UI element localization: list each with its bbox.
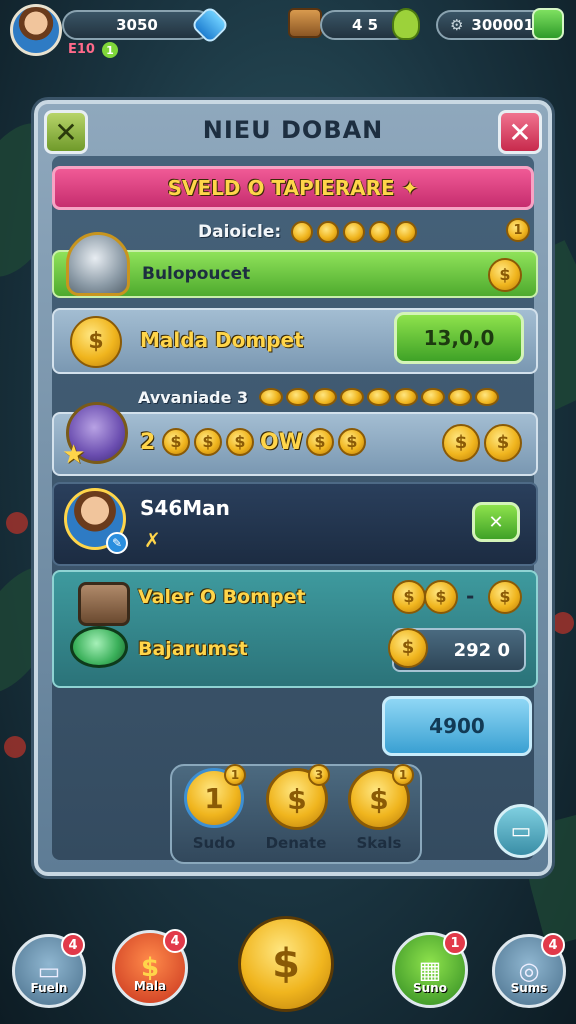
chest-icon: [78, 582, 130, 626]
bundle-label: Bulopoucet: [142, 264, 251, 284]
daily-badge: 1: [506, 218, 530, 242]
coin-icon: [367, 388, 392, 406]
advance-row: Avvaniade 3: [138, 384, 500, 410]
helmet-icon: [66, 232, 130, 296]
advance-label: Avvaniade 3: [138, 387, 249, 407]
coin-icon: [475, 388, 500, 406]
coin-icon: [259, 388, 284, 406]
player-action-button[interactable]: ✕: [472, 502, 520, 542]
wrench-icon: ⚙: [449, 16, 464, 34]
grid-icon: ▦: [418, 956, 442, 984]
top-bar: 3050 E10 1 4 5 ⚙ 300001: [0, 0, 576, 70]
coin-icon: [395, 221, 418, 243]
coin-icon: $: [162, 428, 190, 456]
nav-mala-button[interactable]: $ Mala 4: [112, 929, 188, 1006]
nav-mala-label: Mala: [133, 979, 167, 993]
coin-icon: [317, 221, 340, 243]
coin-icon: [394, 388, 419, 406]
reward-denate-badge: 3: [308, 764, 330, 786]
level-badge: 1: [102, 42, 118, 58]
wallet-dash: -: [466, 584, 475, 608]
advance-count: 2: [140, 430, 156, 455]
offer-banner-text: SVELD O TAPIERARE ✦: [167, 176, 419, 200]
coin-icon: $: [424, 580, 458, 614]
panel-title: NIEU DOBAN: [202, 116, 384, 144]
offer-banner[interactable]: SVELD O TAPIERARE ✦: [52, 166, 534, 210]
coin-icon: $: [488, 258, 522, 292]
wallet-price-button[interactable]: 13,0,0: [394, 312, 524, 364]
coin-icon: $: [488, 580, 522, 614]
coin-balance: 3050: [62, 10, 212, 40]
coin-dollar-icon: $: [272, 941, 300, 987]
purchase-label: Bajarumst: [138, 638, 248, 660]
coin-icon: $: [388, 628, 428, 668]
nav-suno-badge: 1: [443, 931, 467, 955]
daily-row: Daioicle:: [198, 218, 418, 246]
reward-skals-badge: 1: [392, 764, 414, 786]
chest-icon[interactable]: [288, 8, 322, 38]
jade-icon: [70, 626, 128, 668]
coin-icon: [286, 388, 311, 406]
coin-icon: $: [392, 580, 426, 614]
coin-icon: [340, 388, 365, 406]
nav-fueln-badge: 4: [61, 933, 85, 957]
wallet-label: Malda Dompet: [140, 328, 304, 352]
reward-denate-label: Denate: [265, 834, 327, 852]
player-avatar[interactable]: [10, 4, 62, 56]
background-berry: [552, 612, 574, 634]
eraser-button[interactable]: ▭: [494, 804, 548, 858]
background-berry: [4, 736, 26, 758]
reward-sudo-label: Sudo: [192, 834, 236, 852]
coin-icon: $: [70, 316, 122, 368]
edit-icon[interactable]: ✎: [106, 532, 128, 554]
nav-sums-badge: 4: [541, 933, 565, 957]
nav-sums-label: Sums: [510, 981, 548, 995]
daily-label: Daioicle:: [198, 222, 282, 242]
coin-icon: $: [484, 424, 522, 462]
coin-icon: [448, 388, 473, 406]
coin-icon: [313, 388, 338, 406]
alien-icon[interactable]: [392, 8, 420, 40]
star-icon: ★: [62, 440, 86, 470]
nav-suno-button[interactable]: ▦ Suno 1: [392, 931, 468, 1008]
add-gems-button[interactable]: [532, 8, 564, 40]
coin-icon: $: [306, 428, 334, 456]
coin-icon: $: [194, 428, 222, 456]
nav-sums-button[interactable]: ◎ Sums 4: [492, 933, 566, 1008]
coin-icon: [369, 221, 392, 243]
nav-fueln-label: Fueln: [30, 981, 68, 995]
reward-sudo-badge: 1: [224, 764, 246, 786]
coin-icon: [291, 221, 314, 243]
nav-fueln-button[interactable]: ▭ Fueln 4: [12, 933, 86, 1008]
reward-skals-label: Skals: [356, 834, 402, 852]
total-button[interactable]: 4900: [382, 696, 532, 756]
store-panel: NIEU DOBAN ✕ ✕ SVELD O TAPIERARE ✦ Daioi…: [34, 100, 552, 876]
coin-icon: $: [338, 428, 366, 456]
player-sub: ✗: [144, 528, 161, 552]
coin-icon: $: [442, 424, 480, 462]
advance-text: OW: [260, 430, 303, 455]
player-name: S46Man: [140, 496, 230, 520]
back-button[interactable]: ✕: [44, 110, 88, 154]
nav-mala-badge: 4: [163, 929, 187, 953]
coin-icon: $: [226, 428, 254, 456]
wallet-upgrade-label: Valer O Bompet: [138, 586, 306, 608]
nav-suno-label: Suno: [413, 981, 447, 995]
close-button[interactable]: ✕: [498, 110, 542, 154]
level-label: E10: [68, 42, 95, 57]
coin-icon: [421, 388, 446, 406]
background-berry: [6, 512, 28, 534]
coin-icon: [343, 221, 366, 243]
nav-shop-button[interactable]: $: [238, 916, 334, 1012]
